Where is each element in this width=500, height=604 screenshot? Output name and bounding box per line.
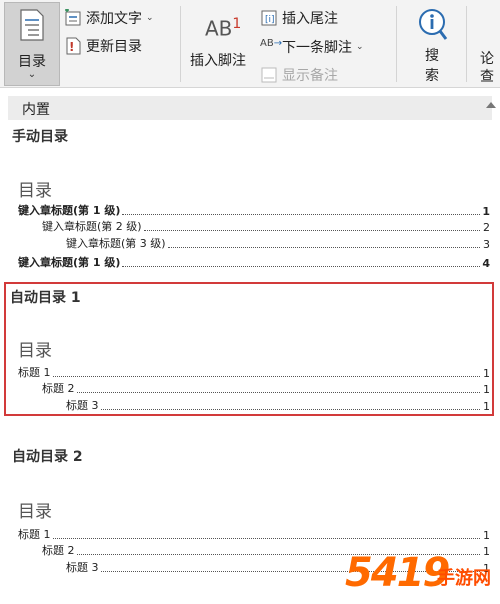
entry-page: 4 xyxy=(482,257,490,270)
footnote-icon-sup: 1 xyxy=(232,16,242,32)
cut-off-button[interactable]: 论 查 xyxy=(480,50,494,86)
toc-button[interactable]: 目录 ⌄ xyxy=(4,2,60,86)
manual-toc-heading: 目录 xyxy=(18,181,52,201)
endnote-icon: [i] xyxy=(261,10,277,26)
toc-document-icon xyxy=(20,9,44,41)
entry-text: 标题 3 xyxy=(66,399,99,412)
entry-text: 键入章标题(第 1 级) xyxy=(18,256,121,269)
auto-toc-1-entry: 标题 2 1 xyxy=(42,382,490,396)
ribbon-separator xyxy=(180,6,181,82)
dot-leader xyxy=(52,538,480,539)
insert-endnote-label: 插入尾注 xyxy=(282,11,338,27)
manual-toc-entry: 键入章标题(第 1 级) 4 xyxy=(18,256,490,270)
update-toc-button[interactable]: ! 更新目录 xyxy=(64,36,142,56)
show-notes-label: 显示备注 xyxy=(282,68,338,84)
entry-text: 键入章标题(第 2 级) xyxy=(42,220,142,233)
entry-text: 标题 3 xyxy=(66,561,99,574)
entry-page: 2 xyxy=(483,221,490,234)
site-watermark-logo: 5419 手游网 xyxy=(345,550,500,604)
dot-leader xyxy=(122,266,480,267)
update-toc-icon: ! xyxy=(66,37,81,55)
auto-toc-1-heading: 目录 xyxy=(18,341,52,361)
entry-text: 标题 1 xyxy=(18,528,51,541)
ribbon-separator xyxy=(466,6,467,82)
footnote-icon-text: AB xyxy=(205,16,233,41)
builtin-header: 内置 xyxy=(8,96,492,120)
dot-leader xyxy=(100,409,480,410)
entry-text: 标题 2 xyxy=(42,382,75,395)
dot-leader xyxy=(52,376,480,377)
dot-leader xyxy=(167,247,480,248)
cut-label-1: 论 xyxy=(480,51,494,67)
scroll-up-arrow-icon[interactable] xyxy=(486,102,496,108)
add-text-button[interactable]: 添加文字 ⌄ xyxy=(64,8,154,28)
entry-page: 1 xyxy=(483,367,490,380)
auto-toc-2-entry: 标题 1 1 xyxy=(18,528,490,542)
cut-label-2: 查 xyxy=(480,69,494,85)
entry-text: 键入章标题(第 1 级) xyxy=(18,204,121,217)
search-label-2: 索 xyxy=(425,68,439,84)
entry-page: 3 xyxy=(483,238,490,251)
show-notes-button[interactable]: 显示备注 xyxy=(260,65,338,85)
chevron-down-icon: ⌄ xyxy=(27,69,37,80)
references-ribbon: 目录 ⌄ 添加文字 ⌄ ! 更新目录 AB1 插入脚注 [i] 插入尾注 AB→… xyxy=(0,0,500,88)
entry-page: 1 xyxy=(482,205,490,218)
dot-leader xyxy=(76,392,480,393)
add-text-label: 添加文字 xyxy=(86,11,142,27)
search-label-1: 搜 xyxy=(425,48,439,64)
manual-toc-entry: 键入章标题(第 1 级) 1 xyxy=(18,204,490,218)
insert-footnote-button[interactable]: 插入脚注 xyxy=(190,50,246,70)
entry-text: 标题 1 xyxy=(18,366,51,379)
manual-toc-title[interactable]: 手动目录 xyxy=(12,126,68,146)
builtin-header-label: 内置 xyxy=(22,102,50,118)
next-footnote-button[interactable]: AB→ 下一条脚注 ⌄ xyxy=(260,37,364,57)
info-search-icon xyxy=(419,9,448,40)
next-footnote-label: 下一条脚注 xyxy=(282,40,352,56)
entry-text: 标题 2 xyxy=(42,544,75,557)
add-text-icon xyxy=(65,9,81,26)
watermark-number: 5419 xyxy=(345,550,450,596)
dot-leader xyxy=(143,230,480,231)
show-notes-icon xyxy=(261,67,277,83)
next-footnote-icon: AB→ xyxy=(260,38,283,49)
entry-page: 1 xyxy=(483,383,490,396)
entry-page: 1 xyxy=(483,400,490,413)
watermark-text: 手游网 xyxy=(437,568,491,589)
auto-toc-1-entry: 标题 1 1 xyxy=(18,366,490,380)
entry-page: 1 xyxy=(483,529,490,542)
update-toc-label: 更新目录 xyxy=(86,39,142,55)
ribbon-separator xyxy=(396,6,397,82)
insert-footnote-icon: AB1 xyxy=(205,16,241,41)
dot-leader xyxy=(122,214,480,215)
auto-toc-1-title[interactable]: 自动目录 1 xyxy=(10,287,81,307)
entry-text: 键入章标题(第 3 级) xyxy=(66,237,166,250)
auto-toc-2-title[interactable]: 自动目录 2 xyxy=(12,446,83,466)
svg-text:!: ! xyxy=(69,40,74,54)
auto-toc-1-entry: 标题 3 1 xyxy=(66,399,490,413)
auto-toc-2-heading: 目录 xyxy=(18,502,52,522)
manual-toc-entry: 键入章标题(第 2 级) 2 xyxy=(42,220,490,234)
toc-button-label: 目录 xyxy=(18,54,46,70)
insert-endnote-button[interactable]: [i] 插入尾注 xyxy=(260,8,338,28)
chevron-down-icon: ⌄ xyxy=(146,13,154,23)
svg-text:[i]: [i] xyxy=(265,15,275,25)
search-button[interactable]: 搜 索 xyxy=(412,8,452,86)
chevron-down-icon: ⌄ xyxy=(356,42,364,52)
manual-toc-entry: 键入章标题(第 3 级) 3 xyxy=(66,237,490,251)
